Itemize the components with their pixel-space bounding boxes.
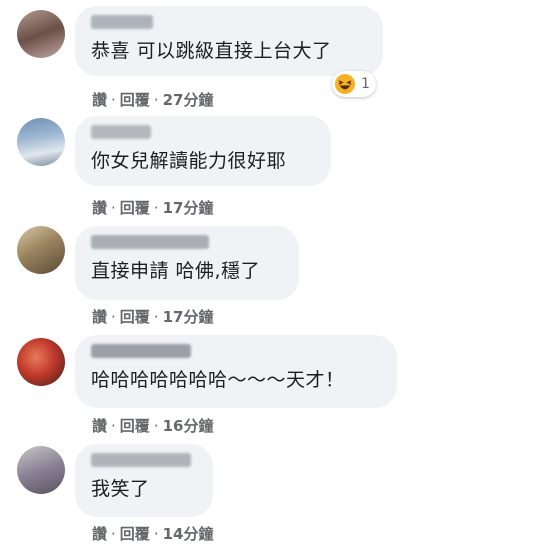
comment-actions: 讚 · 回覆 · 16分鐘 — [92, 415, 213, 436]
separator-dot: · — [153, 417, 159, 435]
commenter-name-blurred[interactable] — [91, 344, 191, 358]
comment-actions: 讚 · 回覆 · 17分鐘 — [92, 197, 213, 218]
like-button[interactable]: 讚 — [92, 523, 107, 544]
comment-text: 恭喜 可以跳級直接上台大了 — [91, 40, 332, 62]
commenter-name-blurred[interactable] — [91, 125, 151, 139]
separator-dot: · — [153, 199, 159, 217]
comment-bubble: 我笑了 — [75, 444, 213, 517]
commenter-name-blurred[interactable] — [91, 453, 191, 467]
reaction-count: 1 — [361, 76, 370, 92]
avatar[interactable] — [17, 338, 65, 386]
comment-actions: 讚 · 回覆 · 27分鐘 — [92, 89, 213, 110]
comment-text: 我笑了 — [91, 478, 150, 500]
comment-bubble: 你女兒解讀能力很好耶 — [75, 116, 331, 186]
separator-dot: · — [153, 308, 159, 326]
comment-actions: 讚 · 回覆 · 17分鐘 — [92, 306, 213, 327]
timestamp[interactable]: 16分鐘 — [163, 415, 214, 436]
reply-button[interactable]: 回覆 — [120, 89, 150, 110]
like-button[interactable]: 讚 — [92, 415, 107, 436]
comment-bubble: 直接申請 哈佛,穩了 — [75, 226, 299, 300]
separator-dot: · — [111, 91, 116, 109]
timestamp[interactable]: 14分鐘 — [163, 523, 214, 544]
reply-button[interactable]: 回覆 — [120, 197, 150, 218]
commenter-name-blurred[interactable] — [91, 15, 153, 29]
reply-button[interactable]: 回覆 — [120, 306, 150, 327]
separator-dot: · — [111, 199, 116, 217]
like-button[interactable]: 讚 — [92, 197, 107, 218]
separator-dot: · — [111, 417, 116, 435]
timestamp[interactable]: 17分鐘 — [163, 306, 214, 327]
avatar[interactable] — [17, 10, 65, 58]
separator-dot: · — [153, 525, 159, 543]
comment-bubble: 恭喜 可以跳級直接上台大了 — [75, 6, 383, 76]
like-button[interactable]: 讚 — [92, 306, 107, 327]
separator-dot: · — [153, 91, 159, 109]
like-button[interactable]: 讚 — [92, 89, 107, 110]
haha-emoji-icon — [335, 74, 355, 94]
reaction-summary[interactable]: 1 — [332, 71, 376, 97]
separator-dot: · — [111, 525, 116, 543]
avatar[interactable] — [17, 446, 65, 494]
comment-text: 哈哈哈哈哈哈哈～～～天才！ — [91, 369, 345, 391]
reply-button[interactable]: 回覆 — [120, 415, 150, 436]
timestamp[interactable]: 17分鐘 — [163, 197, 214, 218]
comment-bubble: 哈哈哈哈哈哈哈～～～天才！ — [75, 335, 397, 408]
comment-actions: 讚 · 回覆 · 14分鐘 — [92, 523, 213, 544]
comment-text: 你女兒解讀能力很好耶 — [91, 150, 287, 172]
reply-button[interactable]: 回覆 — [120, 523, 150, 544]
separator-dot: · — [111, 308, 116, 326]
commenter-name-blurred[interactable] — [91, 235, 209, 249]
timestamp[interactable]: 27分鐘 — [163, 89, 214, 110]
avatar[interactable] — [17, 226, 65, 274]
comment-text: 直接申請 哈佛,穩了 — [91, 260, 261, 282]
avatar[interactable] — [17, 118, 65, 166]
